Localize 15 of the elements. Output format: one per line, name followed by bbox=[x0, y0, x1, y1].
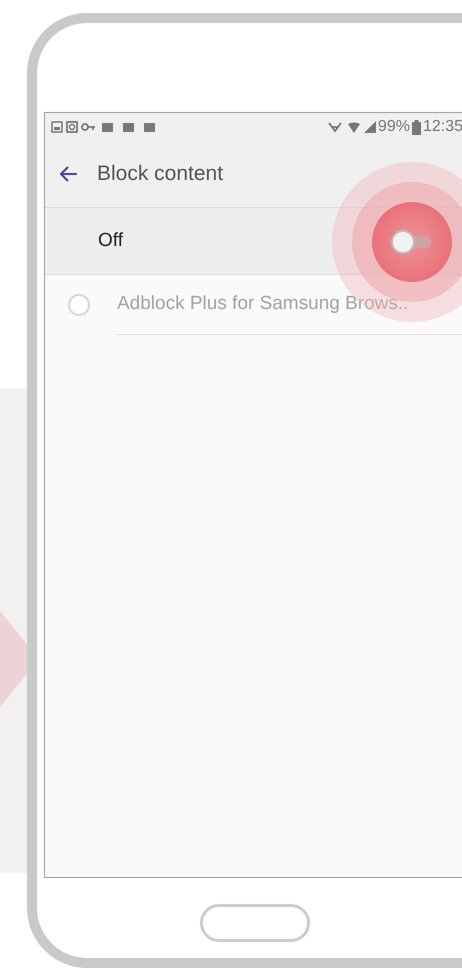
battery-percent: 99% bbox=[378, 117, 410, 137]
switch-label: Off bbox=[98, 228, 123, 253]
radio-button[interactable] bbox=[68, 294, 90, 316]
wifi-icon bbox=[348, 122, 360, 132]
camera-icon bbox=[66, 121, 78, 133]
screen-title: Block content bbox=[97, 161, 224, 188]
status-time: 12:35 bbox=[422, 117, 462, 137]
item-label: Adblock Plus for Samsung Brows.. bbox=[117, 292, 408, 316]
home-button[interactable] bbox=[200, 904, 310, 942]
battery-icon bbox=[412, 120, 421, 134]
signal-icon bbox=[364, 121, 376, 133]
key-icon bbox=[81, 122, 96, 132]
back-icon[interactable] bbox=[59, 164, 79, 184]
image-icon bbox=[51, 121, 63, 133]
toggle-switch[interactable] bbox=[391, 230, 433, 254]
